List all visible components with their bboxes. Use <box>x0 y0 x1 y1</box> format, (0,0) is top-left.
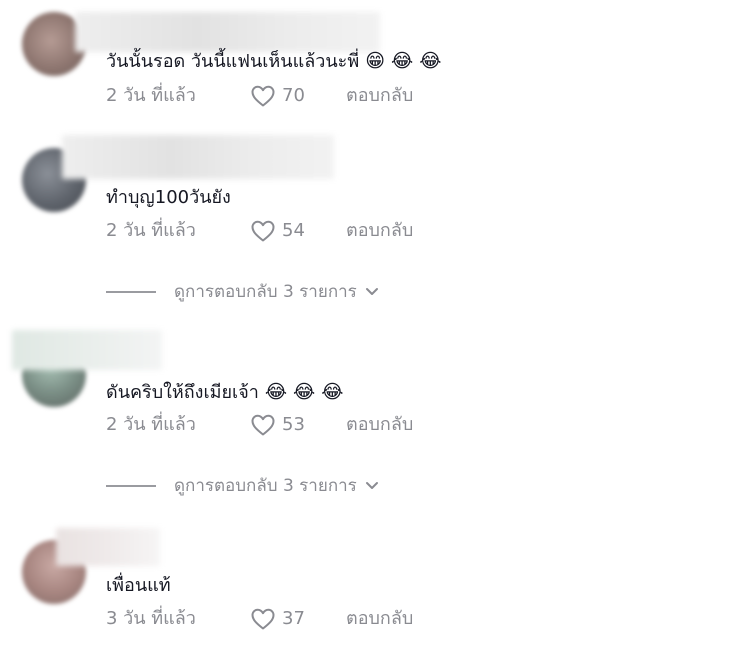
blurred-username[interactable] <box>62 135 334 179</box>
chevron-down-icon[interactable] <box>365 481 379 491</box>
reply-button[interactable]: ตอบกลับ <box>346 218 413 244</box>
view-replies-label[interactable]: ดูการตอบกลับ 3 รายการ <box>174 280 357 304</box>
view-replies-label[interactable]: ดูการตอบกลับ 3 รายการ <box>174 474 357 498</box>
comment-text: ทำบุญ100วันยัง <box>106 186 231 210</box>
heart-outline-icon[interactable] <box>250 413 276 437</box>
like-button[interactable]: 70 <box>250 83 305 109</box>
blurred-username[interactable] <box>75 12 380 52</box>
divider-line <box>106 485 156 487</box>
tears-of-joy-emoji-icon: 😂 <box>391 50 414 72</box>
comment-text: ดันคริบให้ถึงเมียเจ้า 😂 😂 😂 <box>106 380 343 405</box>
grinning-emoji-icon: 😁 <box>365 50 385 72</box>
comment-text-content: เพื่อนแท้ <box>106 575 171 596</box>
reply-button[interactable]: ตอบกลับ <box>346 83 413 109</box>
comment-time: 3 วัน ที่แล้ว <box>106 608 196 629</box>
like-count: 70 <box>282 85 305 106</box>
like-count: 54 <box>282 220 305 241</box>
like-button[interactable]: 37 <box>250 606 305 632</box>
comment-text-content: ทำบุญ100วันยัง <box>106 187 231 208</box>
like-count: 53 <box>282 414 305 435</box>
heart-outline-icon[interactable] <box>250 84 276 108</box>
comment-meta: 3 วัน ที่แล้ว 37 ตอบกลับ <box>106 606 466 632</box>
tears-of-joy-emoji-icon: 😂 <box>264 381 288 403</box>
comment-text: วันนั้นรอด วันนี้แฟนเห็นแล้วนะพี่ 😁 😂 😂 <box>106 49 441 74</box>
comment-meta: 2 วัน ที่แล้ว 70 ตอบกลับ <box>106 83 466 109</box>
tears-of-joy-emoji-icon: 😂 <box>419 50 442 72</box>
comment-time: 2 วัน ที่แล้ว <box>106 85 196 106</box>
view-replies-toggle[interactable]: ดูการตอบกลับ 3 รายการ <box>106 474 379 498</box>
comment-text-content: ดันคริบให้ถึงเมียเจ้า <box>106 382 259 403</box>
divider-line <box>106 291 156 293</box>
comment-meta: 2 วัน ที่แล้ว 54 ตอบกลับ <box>106 218 466 244</box>
comment-text-content: วันนั้นรอด วันนี้แฟนเห็นแล้วนะพี่ <box>106 51 360 72</box>
like-count: 37 <box>282 608 305 629</box>
tears-of-joy-emoji-icon: 😂 <box>293 381 316 403</box>
reply-button[interactable]: ตอบกลับ <box>346 606 413 632</box>
comment-time: 2 วัน ที่แล้ว <box>106 414 196 435</box>
tears-of-joy-emoji-icon: 😂 <box>321 381 344 403</box>
reply-button[interactable]: ตอบกลับ <box>346 412 413 438</box>
comment-text: เพื่อนแท้ <box>106 574 171 598</box>
blurred-username[interactable] <box>56 528 160 566</box>
like-button[interactable]: 53 <box>250 412 305 438</box>
like-button[interactable]: 54 <box>250 218 305 244</box>
comment-time: 2 วัน ที่แล้ว <box>106 220 196 241</box>
comment-meta: 2 วัน ที่แล้ว 53 ตอบกลับ <box>106 412 466 438</box>
blurred-username[interactable] <box>12 330 162 370</box>
view-replies-toggle[interactable]: ดูการตอบกลับ 3 รายการ <box>106 280 379 304</box>
heart-outline-icon[interactable] <box>250 607 276 631</box>
chevron-down-icon[interactable] <box>365 287 379 297</box>
heart-outline-icon[interactable] <box>250 219 276 243</box>
